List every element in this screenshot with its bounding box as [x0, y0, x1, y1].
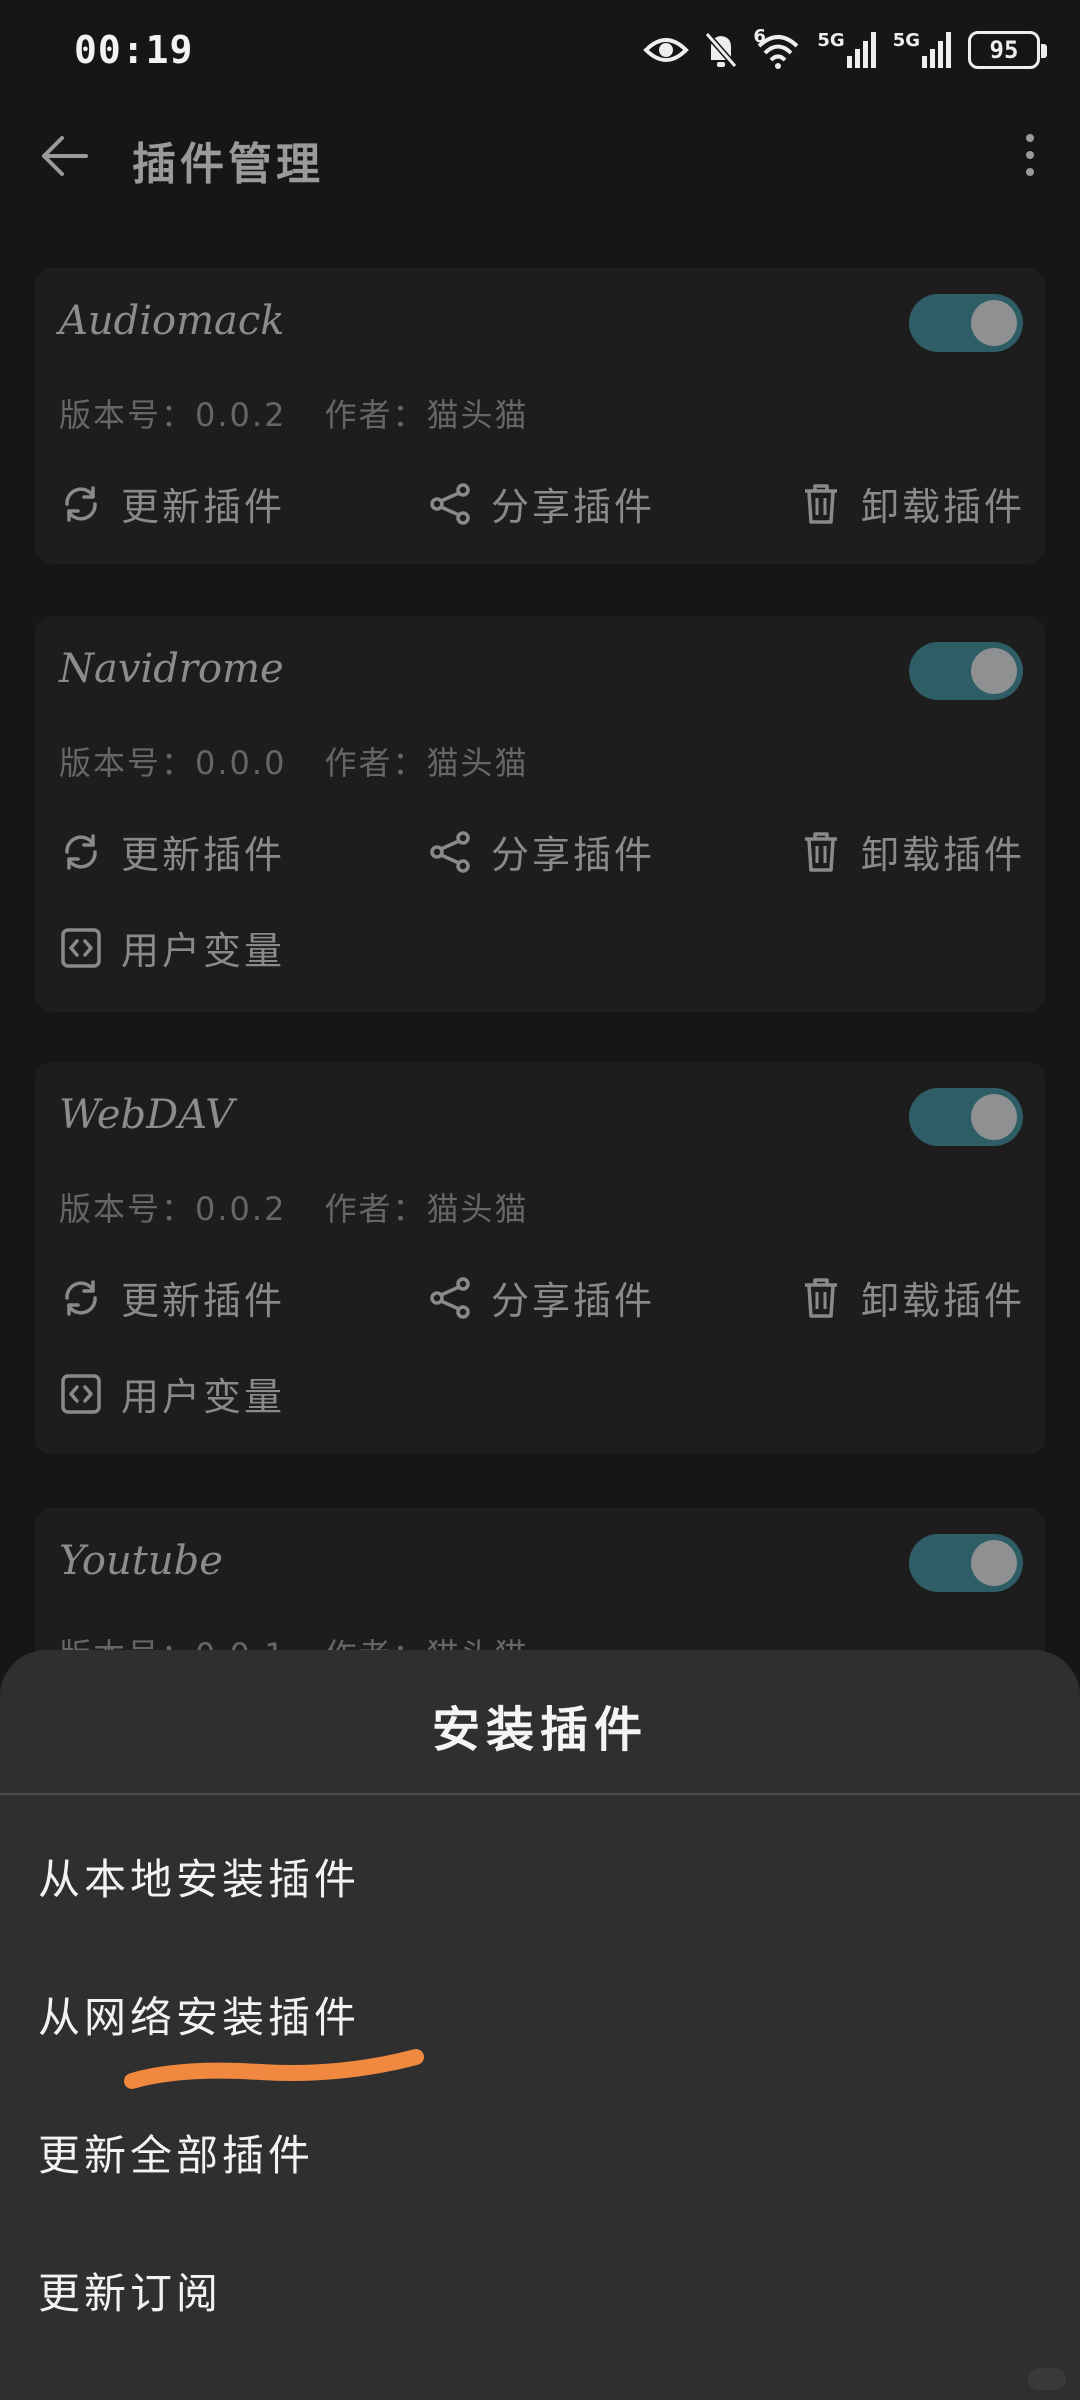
wifi-icon: 6	[753, 28, 803, 70]
uninstall-plugin-button[interactable]: 卸载插件	[799, 1270, 1025, 1325]
page-title: 插件管理	[132, 139, 324, 190]
plugin-author: 作者：猫头猫	[324, 744, 529, 782]
uninstall-plugin-button[interactable]: 卸载插件	[799, 476, 1025, 531]
plugin-meta: 版本号：0.0.2 作者：猫头猫	[59, 1184, 528, 1230]
eye-icon	[643, 38, 690, 62]
update-all-option[interactable]: 更新全部插件	[38, 2122, 314, 2183]
share-plugin-label: 分享插件	[491, 1279, 656, 1323]
cell-signal-2: 5G	[893, 32, 954, 68]
status-icons: 6 5G 5G 95	[643, 26, 1047, 74]
trash-icon	[803, 1277, 839, 1318]
install-plugin-sheet: 安装插件 从本地安装插件 从网络安装插件 更新全部插件 更新订阅	[0, 1650, 1080, 2400]
update-plugin-label: 更新插件	[121, 485, 286, 529]
app-bar: 插件管理	[0, 100, 1080, 210]
plugin-version: 版本号：0.0.0	[59, 744, 287, 782]
user-variables-label: 用户变量	[121, 1375, 286, 1419]
status-bar: 00:19 6 5G 5G 95	[0, 0, 1080, 100]
share-icon	[430, 482, 470, 525]
signal-bars-icon	[846, 32, 876, 68]
signal-bars-icon	[922, 32, 951, 68]
code-icon	[61, 927, 101, 968]
share-icon	[430, 830, 470, 873]
plugin-name: Audiomack	[59, 298, 285, 344]
plugin-enable-toggle[interactable]	[909, 1534, 1023, 1592]
sheet-title: 安装插件	[431, 1702, 648, 1758]
plugin-author: 作者：猫头猫	[324, 1190, 529, 1228]
update-subscription-option[interactable]: 更新订阅	[38, 2260, 222, 2321]
user-variables-button[interactable]: 用户变量	[59, 920, 285, 975]
update-plugin-button[interactable]: 更新插件	[59, 824, 285, 879]
share-plugin-button[interactable]: 分享插件	[429, 824, 655, 879]
user-variables-label: 用户变量	[121, 929, 286, 973]
plugin-author: 作者：猫头猫	[324, 396, 529, 434]
update-plugin-button[interactable]: 更新插件	[59, 476, 285, 531]
watermark	[1028, 2368, 1066, 2390]
battery-indicator: 95	[968, 31, 1047, 69]
update-plugin-label: 更新插件	[121, 833, 286, 877]
plugin-name: Youtube	[59, 1538, 223, 1584]
share-plugin-label: 分享插件	[491, 485, 656, 529]
plugin-version: 版本号：0.0.2	[59, 1190, 287, 1228]
more-options-icon[interactable]	[1010, 130, 1050, 180]
trash-icon	[803, 831, 839, 872]
plugin-enable-toggle[interactable]	[909, 1088, 1023, 1146]
toggle-knob	[971, 1094, 1017, 1140]
toggle-knob	[971, 648, 1017, 694]
plugin-enable-toggle[interactable]	[909, 294, 1023, 352]
refresh-icon	[65, 485, 97, 522]
plugin-name: Navidrome	[59, 646, 284, 692]
uninstall-plugin-label: 卸载插件	[861, 833, 1026, 877]
toggle-knob	[971, 1540, 1017, 1586]
share-plugin-label: 分享插件	[491, 833, 656, 877]
plugin-card: Audiomack 版本号：0.0.2 作者：猫头猫 更新插件 分享插件 卸载插…	[35, 268, 1045, 564]
plugin-card: Navidrome 版本号：0.0.0 作者：猫头猫 更新插件 分享插件 卸载插…	[35, 616, 1045, 1012]
cell-signal-1: 5G	[817, 32, 878, 68]
plugin-enable-toggle[interactable]	[909, 642, 1023, 700]
plugin-card: WebDAV 版本号：0.0.2 作者：猫头猫 更新插件 分享插件 卸载插件 用…	[35, 1062, 1045, 1454]
uninstall-plugin-label: 卸载插件	[861, 485, 1026, 529]
plugin-meta: 版本号：0.0.2 作者：猫头猫	[59, 390, 528, 436]
plugin-meta: 版本号：0.0.0 作者：猫头猫	[59, 738, 528, 784]
install-network-option[interactable]: 从网络安装插件	[38, 1984, 360, 2045]
share-icon	[430, 1276, 470, 1319]
plugin-name: WebDAV	[59, 1092, 234, 1138]
share-plugin-button[interactable]: 分享插件	[429, 476, 655, 531]
uninstall-plugin-button[interactable]: 卸载插件	[799, 824, 1025, 879]
annotation-underline	[124, 2049, 424, 2089]
divider	[0, 1793, 1080, 1795]
share-plugin-button[interactable]: 分享插件	[429, 1270, 655, 1325]
refresh-icon	[65, 833, 97, 870]
uninstall-plugin-label: 卸载插件	[861, 1279, 1026, 1323]
refresh-icon	[65, 1279, 97, 1316]
update-plugin-button[interactable]: 更新插件	[59, 1270, 285, 1325]
code-icon	[61, 1373, 101, 1414]
trash-icon	[803, 483, 839, 524]
bell-off-icon	[705, 32, 738, 68]
back-arrow-icon[interactable]	[36, 128, 92, 184]
user-variables-button[interactable]: 用户变量	[59, 1366, 285, 1421]
install-local-option[interactable]: 从本地安装插件	[38, 1846, 360, 1907]
update-plugin-label: 更新插件	[121, 1279, 286, 1323]
clock: 00:19	[74, 28, 194, 72]
toggle-knob	[971, 300, 1017, 346]
plugin-version: 版本号：0.0.2	[59, 396, 287, 434]
